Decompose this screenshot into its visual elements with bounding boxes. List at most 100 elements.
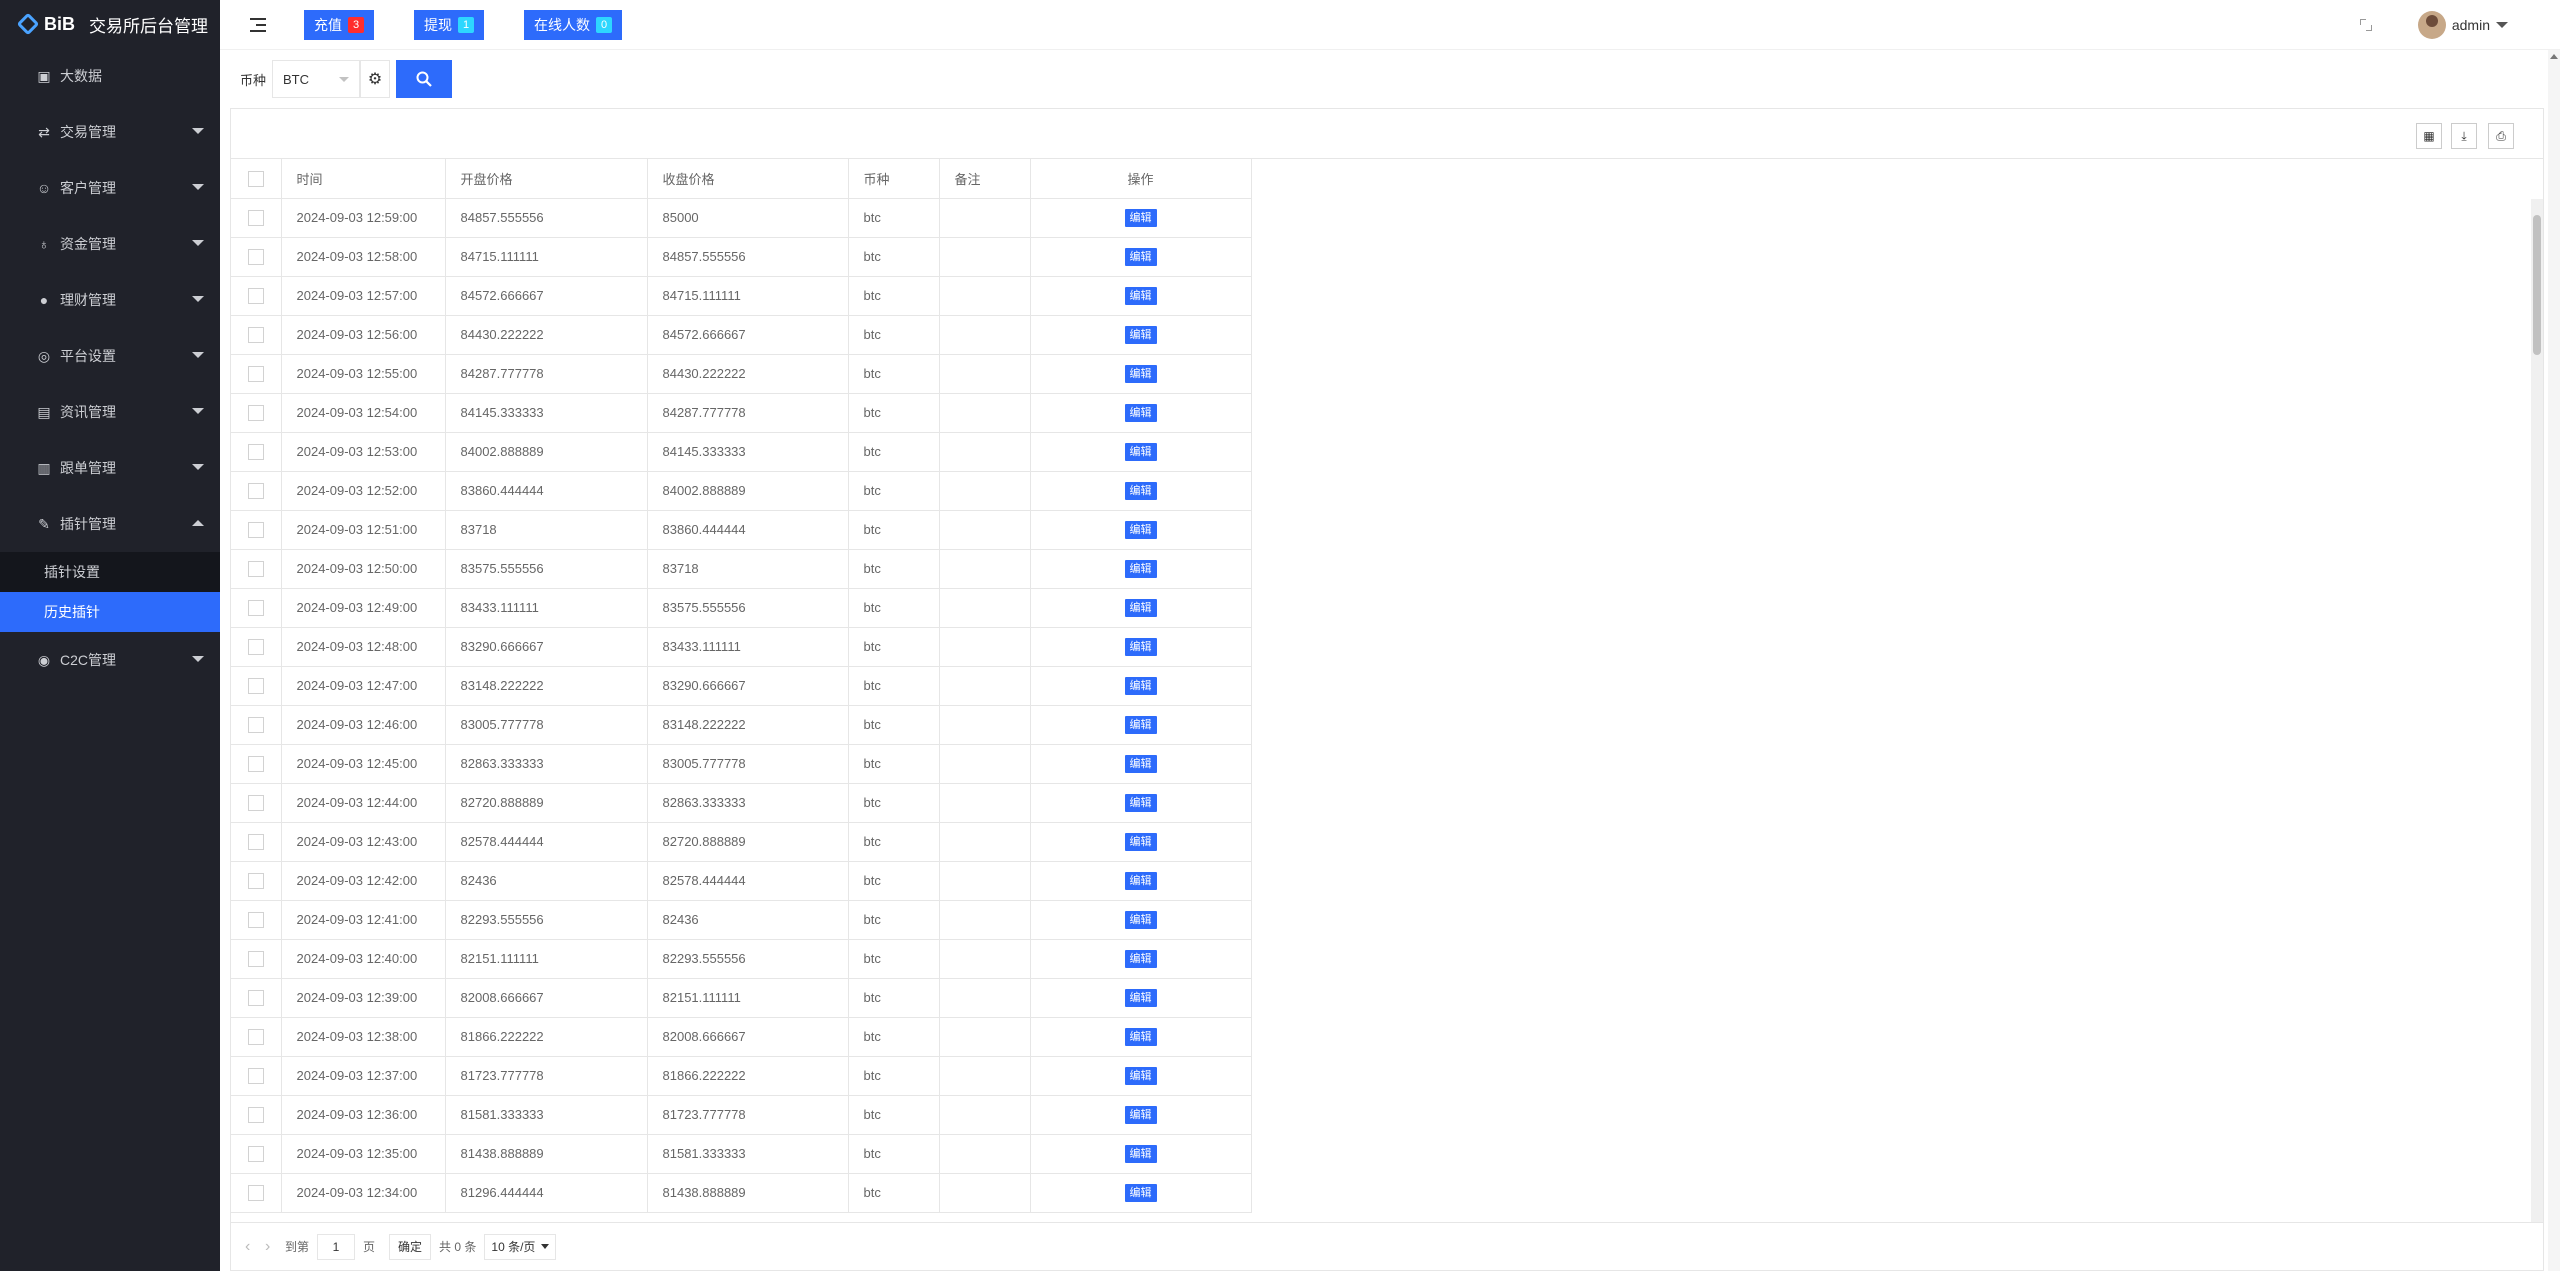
edit-button[interactable]: 编辑 (1124, 325, 1157, 344)
row-checkbox[interactable] (247, 677, 264, 694)
table-cell: 84857.555556 (445, 198, 648, 238)
edit-button[interactable]: 编辑 (1124, 871, 1157, 890)
sidebar-item-1[interactable]: ⇄ 交易管理 (0, 104, 220, 160)
sidebar-item-9[interactable]: ◉ C2C管理 (0, 632, 220, 688)
scrollbar-thumb[interactable] (2533, 215, 2541, 355)
row-checkbox[interactable] (247, 404, 264, 421)
row-checkbox[interactable] (247, 560, 264, 577)
search-button[interactable] (396, 60, 453, 98)
edit-button[interactable]: 编辑 (1124, 1144, 1157, 1163)
row-checkbox[interactable] (247, 443, 264, 460)
row-checkbox[interactable] (247, 482, 264, 499)
table-row: 2024-09-03 12:45:00 82863.333333 83005.777… (231, 744, 1252, 784)
select-all-checkbox[interactable] (247, 170, 264, 187)
sidebar-item-6[interactable]: ▤ 资讯管理 (0, 384, 220, 440)
row-checkbox[interactable] (247, 755, 264, 772)
export-icon[interactable]: ⤓ (2451, 123, 2477, 149)
edit-button[interactable]: 编辑 (1124, 832, 1157, 851)
table-cell: btc (848, 861, 940, 901)
edit-button[interactable]: 编辑 (1124, 1027, 1157, 1046)
page-scrollbar[interactable] (2548, 50, 2560, 1271)
gear-icon: ⚙ (367, 71, 383, 88)
submenu-item-1[interactable]: 历史插针 (0, 592, 220, 632)
row-checkbox[interactable] (247, 209, 264, 226)
page-size-select[interactable]: 10 条/页 (484, 1233, 557, 1260)
table-cell: 2024-09-03 12:36:00 (281, 1095, 446, 1135)
table-cell (939, 510, 1031, 550)
row-checkbox[interactable] (247, 833, 264, 850)
edit-button[interactable]: 编辑 (1124, 676, 1157, 695)
row-checkbox[interactable] (247, 1067, 264, 1084)
table-cell: 83290.666667 (647, 666, 849, 706)
settings-button[interactable]: ⚙ (360, 60, 391, 98)
edit-button[interactable]: 编辑 (1124, 559, 1157, 578)
menu-toggle-icon[interactable] (250, 17, 266, 32)
sidebar-item-4[interactable]: ● 理财管理 (0, 272, 220, 328)
row-checkbox[interactable] (247, 911, 264, 928)
header-stat-button-2[interactable]: 在线人数 0 (524, 9, 622, 40)
total-count: 共 0 条 (439, 1240, 477, 1254)
row-checkbox[interactable] (247, 1106, 264, 1123)
edit-button[interactable]: 编辑 (1124, 910, 1157, 929)
fullscreen-icon[interactable] (2359, 19, 2372, 31)
table-scrollbar[interactable] (2531, 199, 2543, 1223)
confirm-button[interactable]: 确定 (389, 1233, 432, 1260)
submenu-item-0[interactable]: 插针设置 (0, 552, 220, 592)
row-checkbox[interactable] (247, 599, 264, 616)
edit-button[interactable]: 编辑 (1124, 481, 1157, 500)
row-select-cell (231, 510, 282, 550)
page-input[interactable]: 1 (317, 1233, 356, 1260)
edit-button[interactable]: 编辑 (1124, 1183, 1157, 1202)
header-stat-button-0[interactable]: 充值 3 (304, 9, 374, 40)
row-checkbox[interactable] (247, 1145, 264, 1162)
row-checkbox[interactable] (247, 794, 264, 811)
table-cell: 81581.333333 (647, 1134, 849, 1174)
edit-button[interactable]: 编辑 (1124, 949, 1157, 968)
sidebar-item-3[interactable]: ♁ 资金管理 (0, 216, 220, 272)
edit-button[interactable]: 编辑 (1124, 754, 1157, 773)
edit-button[interactable]: 编辑 (1124, 715, 1157, 734)
sidebar-item-0[interactable]: ▣ 大数据 (0, 48, 220, 104)
next-page-icon[interactable]: › (265, 1238, 285, 1256)
header-stat-button-1[interactable]: 提现 1 (414, 9, 484, 40)
row-checkbox[interactable] (247, 1184, 264, 1201)
edit-button[interactable]: 编辑 (1124, 793, 1157, 812)
table-cell: 2024-09-03 12:38:00 (281, 1017, 446, 1057)
edit-button[interactable]: 编辑 (1124, 598, 1157, 617)
edit-button[interactable]: 编辑 (1124, 637, 1157, 656)
row-checkbox[interactable] (247, 989, 264, 1006)
edit-button[interactable]: 编辑 (1124, 403, 1157, 422)
row-checkbox[interactable] (247, 365, 264, 382)
edit-button[interactable]: 编辑 (1124, 520, 1157, 539)
sidebar-item-5[interactable]: ◎ 平台设置 (0, 328, 220, 384)
sidebar-item-7[interactable]: ▥ 跟单管理 (0, 440, 220, 496)
columns-icon[interactable]: ▦ (2416, 123, 2442, 149)
edit-button[interactable]: 编辑 (1124, 1105, 1157, 1124)
table-cell: 2024-09-03 12:59:00 (281, 198, 446, 238)
row-checkbox[interactable] (247, 950, 264, 967)
edit-button[interactable]: 编辑 (1124, 247, 1157, 266)
row-checkbox[interactable] (247, 521, 264, 538)
row-checkbox[interactable] (247, 248, 264, 265)
user-menu[interactable]: admin (2417, 11, 2508, 39)
edit-button[interactable]: 编辑 (1124, 286, 1157, 305)
table-row: 2024-09-03 12:49:00 83433.111111 83575.555… (231, 588, 1252, 628)
edit-button[interactable]: 编辑 (1124, 988, 1157, 1007)
prev-page-icon[interactable]: ‹ (245, 1238, 265, 1256)
logo[interactable]: BiB 交易所后台管理 (0, 0, 220, 48)
row-checkbox[interactable] (247, 287, 264, 304)
currency-select[interactable]: BTC (272, 60, 361, 98)
row-checkbox[interactable] (247, 1028, 264, 1045)
row-checkbox[interactable] (247, 716, 264, 733)
print-icon[interactable]: ⎙ (2488, 123, 2514, 149)
sidebar-item-2[interactable]: ☺ 客户管理 (0, 160, 220, 216)
edit-button[interactable]: 编辑 (1124, 208, 1157, 227)
sidebar-item-8[interactable]: ✎ 插针管理 (0, 496, 220, 552)
edit-button[interactable]: 编辑 (1124, 442, 1157, 461)
scroll-up-icon[interactable] (2550, 54, 2558, 59)
row-checkbox[interactable] (247, 638, 264, 655)
edit-button[interactable]: 编辑 (1124, 364, 1157, 383)
row-checkbox[interactable] (247, 326, 264, 343)
edit-button[interactable]: 编辑 (1124, 1066, 1157, 1085)
row-checkbox[interactable] (247, 872, 264, 889)
